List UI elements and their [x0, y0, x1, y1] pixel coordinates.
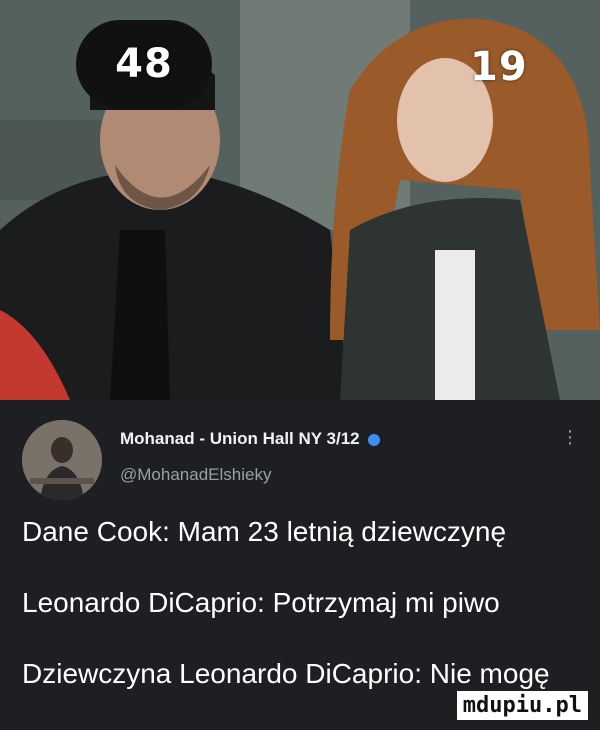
meme-photo: 48 19 — [0, 0, 600, 400]
tweet-text-line: Leonardo DiCaprio: Potrzymaj mi piwo — [22, 587, 500, 618]
author-handle[interactable]: @MohanadElshieky — [120, 465, 271, 485]
tweet-header: Mohanad - Union Hall NY 3/12 @MohanadEls… — [0, 400, 600, 510]
age-label-left: 48 — [76, 20, 212, 108]
author-name[interactable]: Mohanad - Union Hall NY 3/12 — [120, 429, 381, 449]
author-name-text[interactable]: Mohanad - Union Hall NY 3/12 — [120, 429, 360, 448]
tweet-text-line: Dane Cook: Mam 23 letnią dziewczynę — [22, 516, 507, 547]
verified-icon — [368, 433, 381, 446]
avatar[interactable] — [22, 420, 102, 500]
tweet-text-line: Dziewczyna Leonardo DiCaprio: Nie mogę — [22, 658, 550, 689]
age-label-right: 19 — [470, 44, 528, 90]
more-vertical-icon[interactable]: · · · — [565, 421, 575, 453]
site-watermark: mdupiu.pl — [456, 691, 588, 720]
avatar-image — [22, 420, 102, 500]
